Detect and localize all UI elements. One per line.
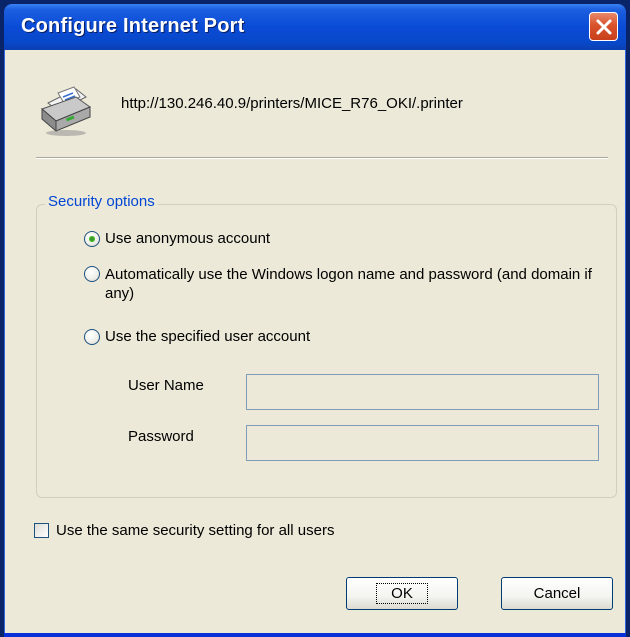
password-label: Password bbox=[128, 428, 194, 445]
radio-button[interactable] bbox=[84, 266, 100, 282]
user-name-label: User Name bbox=[128, 377, 204, 394]
printer-url: http://130.246.40.9/printers/MICE_R76_OK… bbox=[121, 95, 463, 112]
close-button[interactable] bbox=[589, 12, 618, 41]
close-icon bbox=[596, 19, 612, 35]
radio-button[interactable] bbox=[84, 329, 100, 345]
dialog-body: http://130.246.40.9/printers/MICE_R76_OK… bbox=[4, 50, 626, 633]
radio-anonymous-account[interactable]: Use anonymous account bbox=[84, 230, 270, 247]
user-name-field[interactable] bbox=[246, 374, 599, 410]
cancel-button[interactable]: Cancel bbox=[501, 577, 613, 610]
radio-windows-logon-label: Automatically use the Windows logon name… bbox=[105, 266, 592, 302]
security-options-legend: Security options bbox=[45, 193, 158, 210]
title-bar[interactable]: Configure Internet Port bbox=[4, 4, 626, 50]
cancel-button-label: Cancel bbox=[533, 585, 581, 602]
radio-windows-logon[interactable]: Automatically use the Windows logon name… bbox=[84, 265, 594, 303]
radio-specified-account[interactable]: Use the specified user account bbox=[84, 328, 310, 345]
radio-button-checked[interactable] bbox=[84, 231, 100, 247]
radio-anonymous-label: Use anonymous account bbox=[105, 230, 271, 247]
same-security-setting-checkbox[interactable]: Use the same security setting for all us… bbox=[34, 522, 334, 539]
separator bbox=[36, 157, 608, 159]
password-field[interactable] bbox=[246, 425, 599, 461]
checkbox-box[interactable] bbox=[34, 523, 49, 538]
window-title: Configure Internet Port bbox=[21, 15, 245, 37]
ok-button[interactable]: OK bbox=[346, 577, 458, 610]
radio-specified-account-label: Use the specified user account bbox=[105, 328, 311, 345]
ok-button-label: OK bbox=[376, 583, 428, 604]
printer-icon bbox=[41, 86, 92, 136]
dialog-window: Configure Internet Port http://130.246.4… bbox=[0, 0, 630, 637]
same-security-setting-label: Use the same security setting for all us… bbox=[56, 522, 335, 539]
window-bottom-border bbox=[4, 633, 626, 637]
